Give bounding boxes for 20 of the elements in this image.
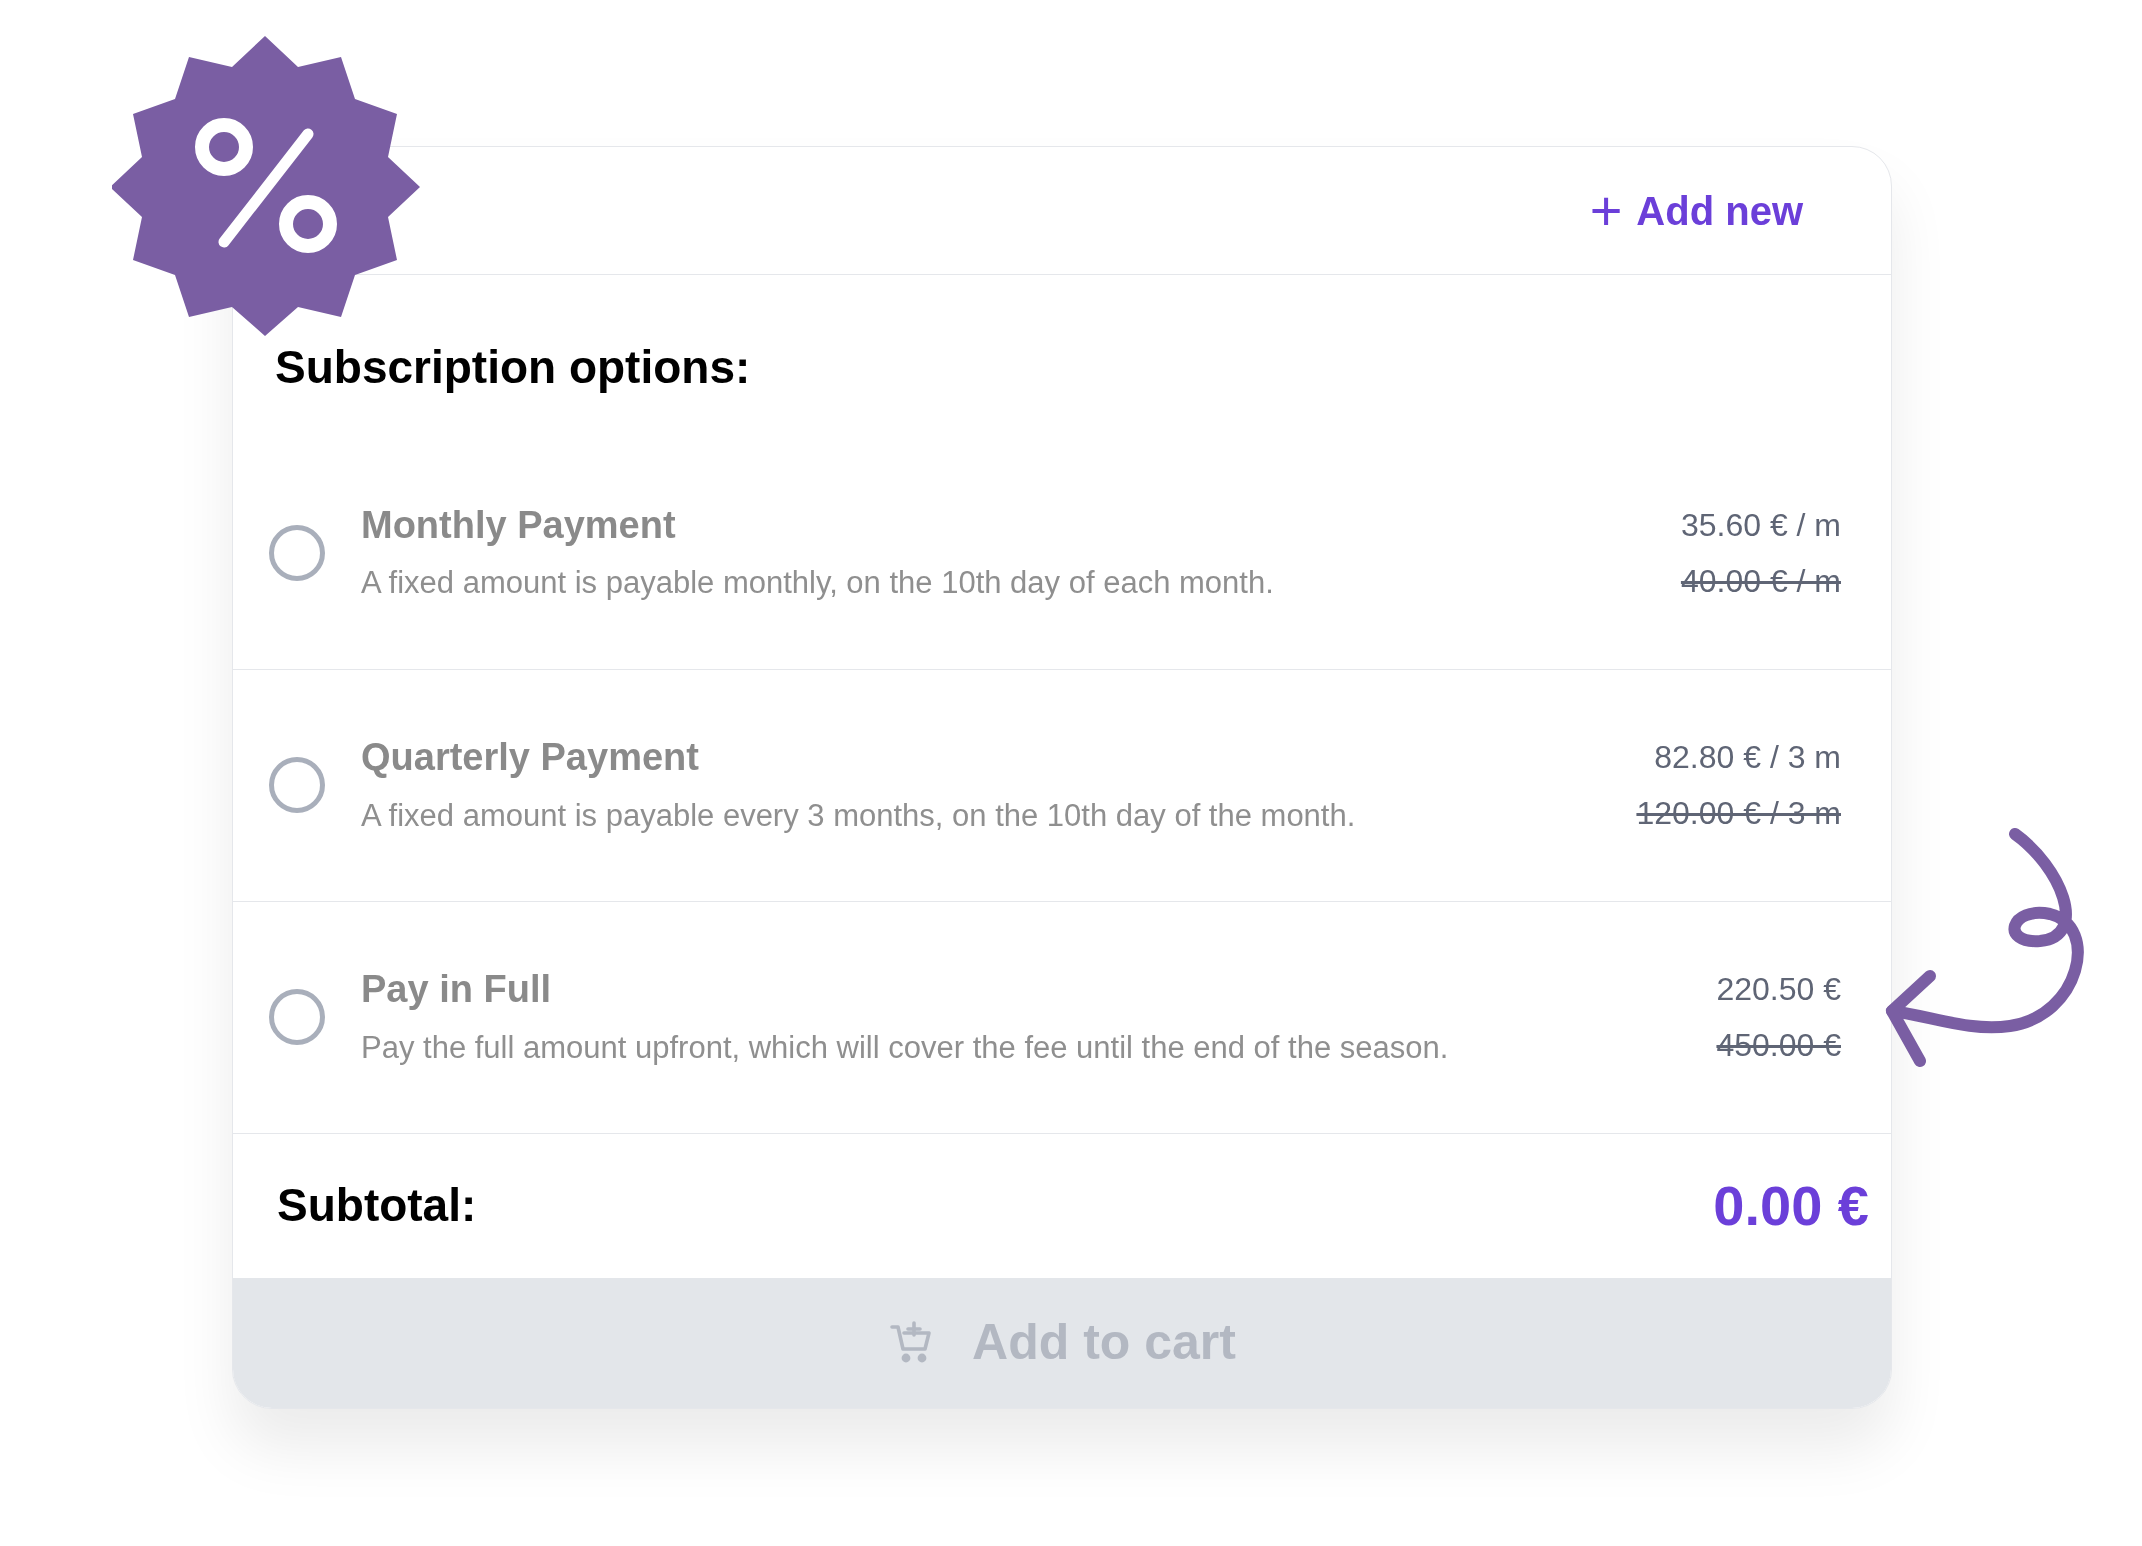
subtotal-label: Subtotal: — [277, 1178, 477, 1233]
radio-button[interactable] — [269, 757, 325, 813]
subtotal-value: 0.00 € — [1713, 1172, 1869, 1239]
option-description: A fixed amount is payable every 3 months, on the 10th day of the month. — [361, 796, 1357, 835]
option-title: Quarterly Payment — [361, 735, 700, 781]
option-title: Pay in Full — [361, 967, 553, 1013]
option-description: A fixed amount is payable monthly, on the 10th day of each month. — [361, 564, 1275, 603]
price: 220.50 € — [1716, 970, 1841, 1009]
plus-icon: + — [1589, 182, 1623, 239]
option-description: Pay the full amount upfront, which will cover the fee until the end of the season. — [361, 1028, 1450, 1067]
section-title: Subscription options: — [275, 340, 752, 395]
old-price: 40.00 € / m — [1680, 561, 1841, 601]
price: 82.80 € / 3 m — [1654, 738, 1841, 777]
price: 35.60 € / m — [1680, 505, 1841, 545]
add-new-button[interactable]: + Add new — [1589, 180, 1803, 241]
old-price: 120.00 € / 3 m — [1636, 794, 1841, 833]
old-price: 450.00 € — [1716, 1026, 1841, 1065]
option-title: Monthly Payment — [361, 502, 677, 548]
radio-button[interactable] — [269, 989, 325, 1045]
radio-button[interactable] — [269, 524, 325, 581]
